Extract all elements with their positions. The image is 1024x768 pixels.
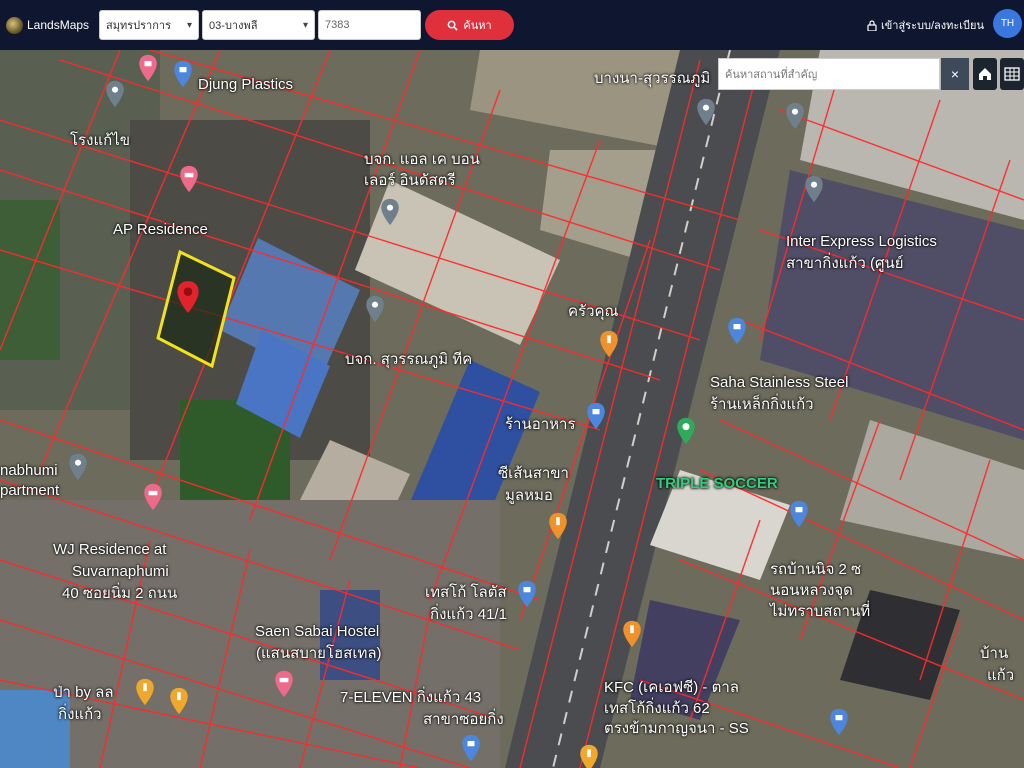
place-pin-icon[interactable] — [695, 98, 717, 126]
map-label[interactable]: Inter Express Logistics — [786, 233, 937, 251]
map-label[interactable]: KFC (เคเอฟซี) - ตาล — [604, 679, 739, 697]
chevron-down-icon: ▾ — [187, 19, 193, 31]
selected-parcel-pin-icon[interactable] — [175, 280, 201, 314]
map-label[interactable]: WJ Residence at — [53, 541, 166, 559]
map-label[interactable]: nabhumi — [0, 462, 58, 480]
map-label[interactable]: บางนา-สุวรรณภูมิ — [594, 70, 710, 88]
map-label[interactable]: บจก. สุวรรณภูมิ ทีค — [345, 351, 472, 369]
hotel-pin-icon[interactable] — [142, 483, 164, 511]
district-value: 03-บางพลี — [209, 20, 258, 32]
parcel-number-input[interactable] — [318, 10, 422, 40]
login-link[interactable]: เข้าสู่ระบบ/ลงทะเบียน — [867, 16, 984, 34]
place-pin-icon[interactable] — [104, 80, 126, 108]
map-label[interactable]: เลอร์ อินดัสตรี — [364, 172, 456, 190]
map-label[interactable]: เทสโก้ โลตัส — [425, 584, 507, 602]
map-label[interactable]: เทสโก้กิ่งแก้ว 62 — [604, 700, 710, 718]
map-label[interactable]: Saen Sabai Hostel — [255, 623, 379, 641]
brand-name[interactable]: LandsMaps — [27, 18, 89, 32]
restaurant-pin-icon[interactable] — [578, 744, 600, 768]
map-label[interactable]: มูลหมอ — [505, 487, 553, 505]
restaurant-pin-icon[interactable] — [134, 678, 156, 706]
map-label[interactable]: สาขาซอยกิ่ง — [423, 711, 504, 729]
map-label[interactable]: ร้านอาหาร — [505, 416, 576, 434]
satellite-imagery — [0, 50, 1024, 768]
hotel-pin-icon[interactable] — [178, 165, 200, 193]
map-label[interactable]: Djung Plastics — [198, 76, 293, 94]
chevron-down-icon: ▾ — [303, 19, 309, 31]
store-pin-icon[interactable] — [726, 317, 748, 345]
shopping-pin-icon[interactable] — [137, 54, 159, 82]
map-label[interactable]: 40 ซอยนิ่ม 2 ถนน — [62, 585, 177, 603]
search-button[interactable]: ค้นหา — [425, 10, 515, 40]
restaurant-pin-icon[interactable] — [621, 620, 643, 648]
map-label[interactable]: ไม่ทราบสถานที่ — [770, 603, 870, 621]
login-label: เข้าสู่ระบบ/ลงทะเบียน — [881, 20, 984, 32]
map-label[interactable]: ครัวคุณ — [568, 303, 618, 321]
place-pin-icon[interactable] — [67, 453, 89, 481]
shopping-bag-pin-icon[interactable] — [172, 60, 194, 88]
place-pin-icon[interactable] — [379, 198, 401, 226]
district-select[interactable]: 03-บางพลี ▾ — [202, 10, 316, 40]
map-label[interactable]: แก้ว — [987, 667, 1014, 685]
landsmaps-logo[interactable] — [6, 16, 23, 34]
map-canvas[interactable]: Djung Plastics โรงแก้ไขบจก. แอล เค บอนเลอ… — [0, 50, 1024, 768]
restaurant-pin-icon[interactable] — [547, 512, 569, 540]
map-label[interactable]: ซีเส้นสาขา — [498, 465, 569, 483]
map-label[interactable]: บจก. แอล เค บอน — [364, 151, 480, 169]
place-pin-icon[interactable] — [364, 295, 386, 323]
map-label[interactable]: กิ่งแก้ว — [58, 706, 102, 724]
place-search-input[interactable]: ค้นหาสถานที่สำคัญ — [718, 58, 940, 90]
map-label[interactable]: TRIPLE SOCCER — [656, 475, 778, 493]
search-icon — [448, 20, 459, 31]
search-button-label: ค้นหา — [463, 20, 492, 32]
store-pin-icon[interactable] — [788, 500, 810, 528]
hotel-pin-icon[interactable] — [273, 670, 295, 698]
top-bar: LandsMaps สมุทรปราการ ▾ 03-บางพลี ▾ ค้นห… — [0, 0, 1024, 50]
home-button[interactable] — [973, 58, 997, 90]
lock-icon — [867, 19, 877, 31]
map-label[interactable]: Saha Stainless Steel — [710, 374, 848, 392]
map-label[interactable]: 7-ELEVEN กิ่งแก้ว 43 — [340, 689, 481, 707]
restaurant-pin-icon[interactable] — [598, 330, 620, 358]
map-layers-button[interactable] — [1000, 58, 1024, 90]
store-pin-icon[interactable] — [585, 402, 607, 430]
grid-icon — [1004, 67, 1020, 81]
store-pin-icon[interactable] — [828, 708, 850, 736]
map-label[interactable]: Suvarnaphumi — [72, 563, 169, 581]
map-label[interactable]: AP Residence — [113, 221, 208, 239]
map-label[interactable]: โรงแก้ไข — [70, 132, 130, 150]
avatar[interactable]: TH — [993, 9, 1022, 38]
map-label[interactable]: (แสนสบายโฮสเทล) — [256, 645, 382, 663]
home-icon — [979, 68, 991, 80]
place-pin-icon[interactable] — [784, 102, 806, 130]
province-select[interactable]: สมุทรปราการ ▾ — [99, 10, 200, 40]
map-label[interactable]: นอนหลวงจุด — [770, 582, 853, 600]
clear-search-button[interactable]: × — [941, 58, 969, 90]
map-label[interactable]: ร้านเหล็กกิ่งแก้ว — [710, 396, 814, 414]
soccer-pin-icon[interactable] — [675, 417, 697, 445]
store-pin-icon[interactable] — [460, 734, 482, 762]
restaurant-pin-icon[interactable] — [168, 687, 190, 715]
map-label[interactable]: partment — [0, 482, 59, 500]
map-label[interactable]: ป่า by ลล — [53, 684, 114, 702]
store-pin-icon[interactable] — [516, 580, 538, 608]
map-label[interactable]: รถบ้านนิจ 2 ซ — [770, 561, 861, 579]
map-label[interactable]: กิ่งแก้ว 41/1 — [430, 606, 507, 624]
province-value: สมุทรปราการ — [106, 20, 171, 32]
map-label[interactable]: บ้าน — [980, 645, 1008, 663]
place-pin-icon[interactable] — [803, 175, 825, 203]
map-label[interactable]: ตรงข้ามกาญจนา - SS — [604, 720, 749, 738]
map-label[interactable]: สาขากิ่งแก้ว (ศูนย์ — [786, 255, 904, 273]
